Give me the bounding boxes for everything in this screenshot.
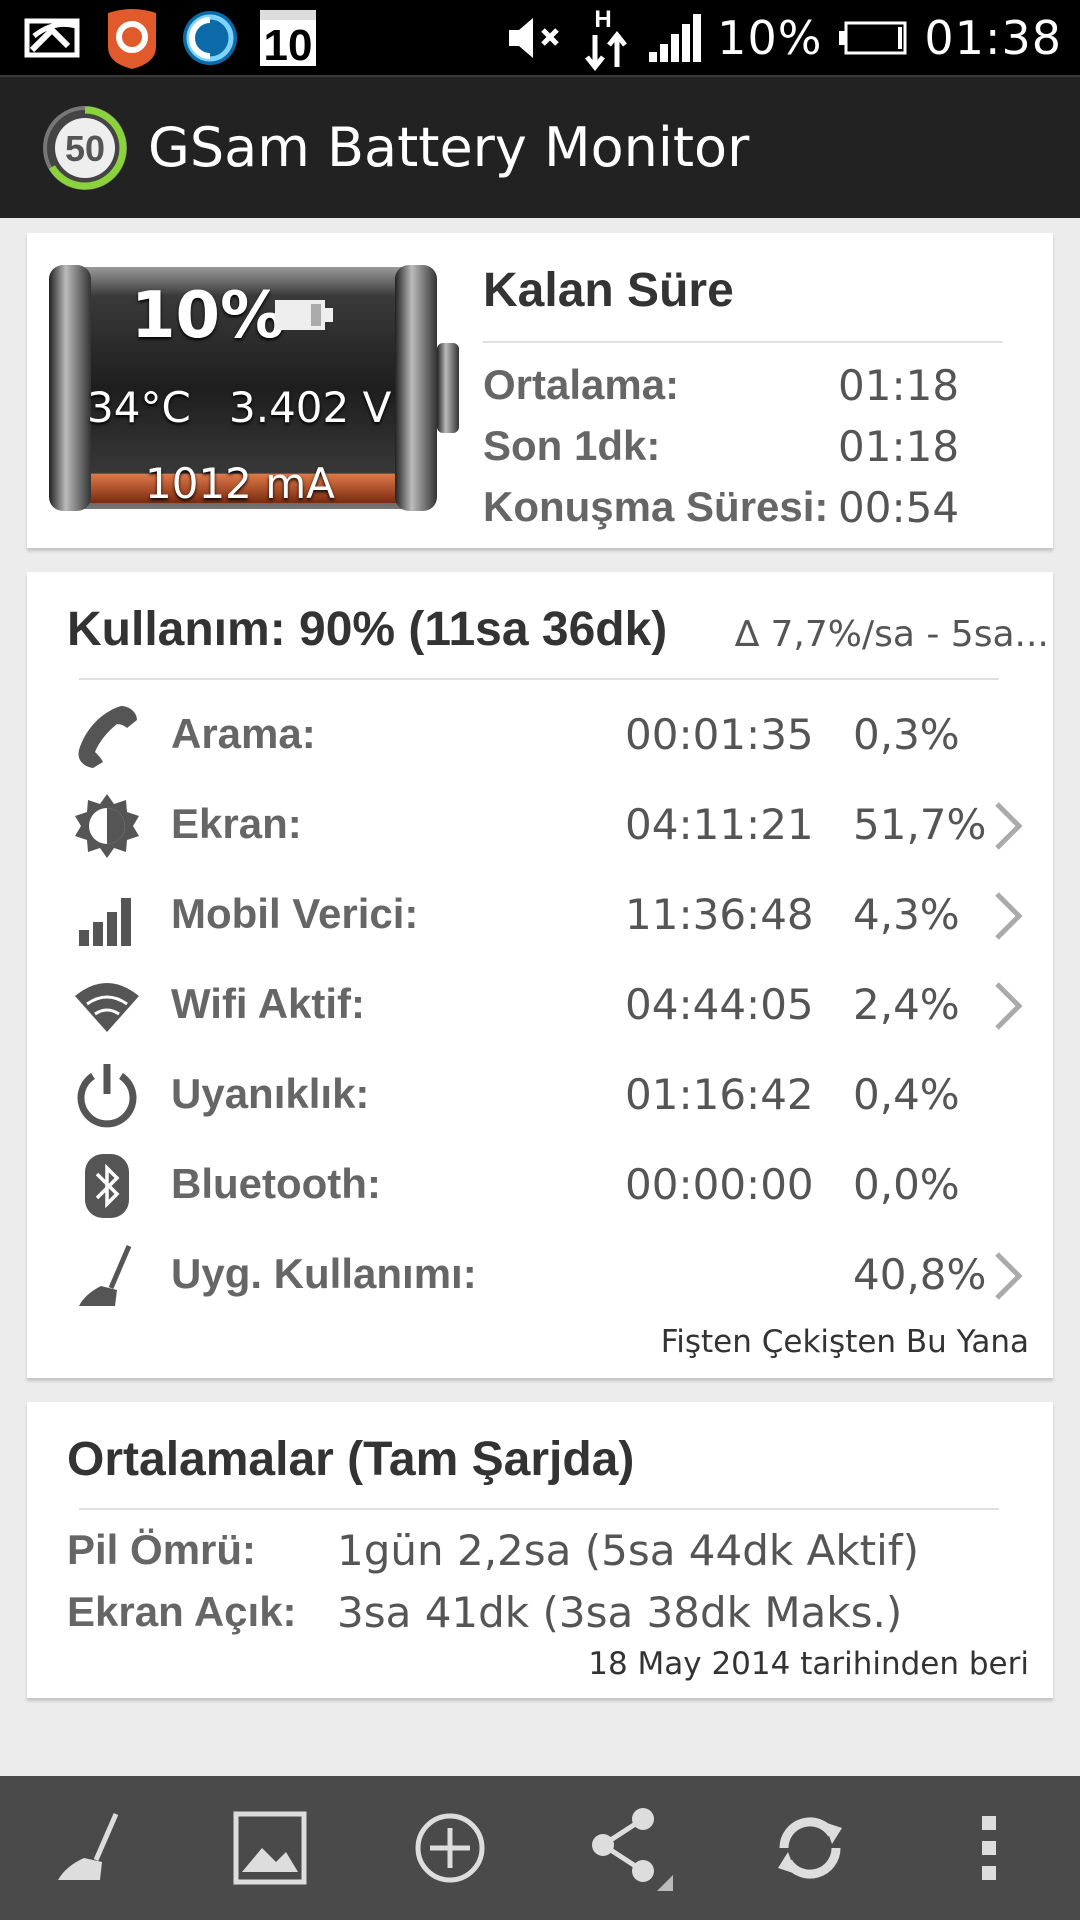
divider xyxy=(79,1508,999,1510)
photo-icon xyxy=(22,7,86,69)
battery-life-label: Pil Ömrü: xyxy=(67,1526,257,1573)
usage-time: 04:11:21 xyxy=(625,800,814,849)
notification-icons: 10 xyxy=(22,6,320,70)
usage-percent: 40,8% xyxy=(853,1250,987,1299)
brightness-icon xyxy=(75,794,139,858)
chevron-right-icon[interactable] xyxy=(987,800,1027,852)
calendar-day: 10 xyxy=(264,21,313,69)
usage-row-screen[interactable]: Ekran: 04:11:21 51,7% xyxy=(27,782,1053,870)
usage-rate: ∆ 7,7%/sa - 5sa... xyxy=(735,614,1049,655)
battery-temperature: 34°C xyxy=(87,383,191,432)
mute-icon xyxy=(509,17,559,58)
usage-time: 11:36:48 xyxy=(625,890,814,939)
battery-percent: 10% xyxy=(717,10,823,65)
network-h-icon: H xyxy=(585,6,628,71)
screen-on-value: 3sa 41dk (3sa 38dk Maks.) xyxy=(337,1588,903,1637)
usage-percent: 2,4% xyxy=(853,980,960,1029)
averages-title: Ortalamalar (Tam Şarjda) xyxy=(67,1433,635,1486)
usage-percent: 0,3% xyxy=(853,710,960,759)
usage-row-awake[interactable]: Uyanıklık: 01:16:42 0,4% xyxy=(27,1052,1053,1140)
remaining-value-talk-time: 00:54 xyxy=(838,483,960,532)
usage-label: Arama: xyxy=(171,710,316,757)
divider xyxy=(79,678,999,680)
refresh-icon xyxy=(778,1817,842,1879)
remaining-label-average: Ortalama: xyxy=(483,361,680,408)
app-title: GSam Battery Monitor xyxy=(148,116,750,179)
usage-footer: Fişten Çekişten Bu Yana xyxy=(660,1324,1029,1360)
remaining-label-last-minute: Son 1dk: xyxy=(483,422,661,469)
usage-label: Bluetooth: xyxy=(171,1160,381,1207)
image-icon xyxy=(233,1811,307,1885)
usage-row-wifi[interactable]: Wifi Aktif: 04:44:05 2,4% xyxy=(27,962,1053,1050)
chevron-right-icon[interactable] xyxy=(987,980,1027,1032)
battery-life-value: 1gün 2,2sa (5sa 44dk Aktif) xyxy=(337,1526,919,1575)
screenshot-button[interactable] xyxy=(210,1793,330,1903)
usage-row-app-usage[interactable]: Uyg. Kullanımı: 40,8% xyxy=(27,1232,1053,1320)
overflow-menu-button[interactable] xyxy=(930,1793,1050,1903)
battery-small-icon xyxy=(275,300,333,330)
usage-label: Uyanıklık: xyxy=(171,1070,370,1117)
bottom-toolbar xyxy=(0,1776,1080,1920)
phone-icon xyxy=(78,706,137,768)
battery-voltage: 3.402 V xyxy=(229,383,392,432)
broom-icon xyxy=(79,1245,132,1306)
broom-icon xyxy=(58,1813,119,1880)
usage-time: 00:00:00 xyxy=(625,1160,814,1209)
remaining-value-last-minute: 01:18 xyxy=(838,422,960,471)
usage-row-mobile-radio[interactable]: Mobil Verici: 11:36:48 4,3% xyxy=(27,872,1053,960)
usage-label: Uyg. Kullanımı: xyxy=(171,1250,477,1297)
usage-title: Kullanım: 90% (11sa 36dk) xyxy=(67,603,668,656)
remaining-title: Kalan Süre xyxy=(483,264,734,317)
usage-percent: 4,3% xyxy=(853,890,960,939)
signal-strength-icon xyxy=(649,13,702,62)
battery-current: 1012 mA xyxy=(145,459,335,508)
usage-label: Ekran: xyxy=(171,800,302,847)
remaining-label-talk-time: Konuşma Süresi: xyxy=(483,483,829,530)
signal-icon xyxy=(79,898,131,946)
usage-card[interactable]: Kullanım: 90% (11sa 36dk) ∆ 7,7%/sa - 5s… xyxy=(27,572,1053,1378)
bluetooth-icon xyxy=(85,1154,129,1218)
refresh-button[interactable] xyxy=(750,1793,870,1903)
usage-time: 01:16:42 xyxy=(625,1070,814,1119)
calendar-10-icon: 10 xyxy=(256,7,320,69)
usage-percent: 51,7% xyxy=(853,800,987,849)
usage-label: Wifi Aktif: xyxy=(171,980,366,1027)
usage-time: 04:44:05 xyxy=(625,980,814,1029)
battery-card[interactable]: 10% 34°C 3.402 V 1012 mA Kalan Süre Orta… xyxy=(27,233,1053,548)
divider xyxy=(483,341,1003,343)
app-blue-icon xyxy=(178,7,242,69)
usage-row-bluetooth[interactable]: Bluetooth: 00:00:00 0,0% xyxy=(27,1142,1053,1230)
clean-button[interactable] xyxy=(30,1793,150,1903)
battery-level-text: 10% xyxy=(131,279,285,353)
averages-footer: 18 May 2014 tarihinden beri xyxy=(588,1646,1029,1682)
add-circle-icon xyxy=(415,1813,485,1883)
usage-percent: 0,4% xyxy=(853,1070,960,1119)
chevron-right-icon[interactable] xyxy=(987,890,1027,942)
usage-time: 00:01:35 xyxy=(625,710,814,759)
battery-icon xyxy=(839,21,907,54)
share-icon xyxy=(592,1808,673,1891)
usage-row-call[interactable]: Arama: 00:01:35 0,3% xyxy=(27,692,1053,780)
system-indicators: H 10% 01:38 xyxy=(505,0,1062,75)
wifi-icon xyxy=(75,983,139,1032)
clock: 01:38 xyxy=(924,10,1062,65)
usage-percent: 0,0% xyxy=(853,1160,960,1209)
power-icon xyxy=(77,1064,137,1128)
app-orange-icon xyxy=(100,7,164,69)
averages-card[interactable]: Ortalamalar (Tam Şarjda) Pil Ömrü: 1gün … xyxy=(27,1402,1053,1698)
status-bar: 10 H 10% 01:38 xyxy=(0,0,1080,75)
usage-label: Mobil Verici: xyxy=(171,890,419,937)
share-button[interactable] xyxy=(570,1793,690,1903)
network-label: H xyxy=(595,6,612,33)
add-button[interactable] xyxy=(390,1793,510,1903)
app-logo-icon[interactable]: 50 xyxy=(40,103,130,193)
remaining-value-average: 01:18 xyxy=(838,361,960,410)
screen-on-label: Ekran Açık: xyxy=(67,1588,297,1635)
overflow-menu-icon xyxy=(982,1816,996,1880)
logo-value: 50 xyxy=(65,128,105,169)
app-bar: 50 GSam Battery Monitor xyxy=(0,75,1080,218)
chevron-right-icon[interactable] xyxy=(987,1250,1027,1302)
